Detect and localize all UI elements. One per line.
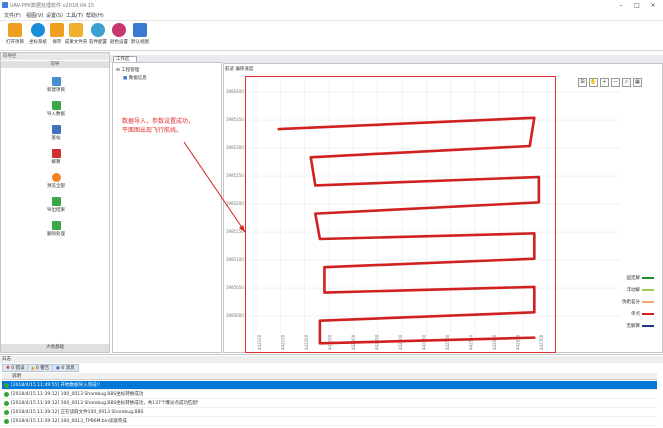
log-message: [2018/4/15 11:49:55] 开始数据导入完成!! xyxy=(11,383,101,388)
y-tick-label: 3985100 xyxy=(226,257,244,262)
y-tick-label: 3985250 xyxy=(226,173,244,178)
log-message: [2018/4/15 11:39:12] 100_0013_TPB6M.bin读… xyxy=(11,419,127,424)
y-tick-label: 3985200 xyxy=(226,201,244,206)
legend-swatch xyxy=(642,277,654,279)
log-row[interactable]: [2018/4/15 11:39:12] 正在读取文件100_0013 Shar… xyxy=(2,408,657,417)
legend-item: 固定解 xyxy=(614,275,654,281)
tab-label: 0 警告 xyxy=(35,366,50,371)
status-ok-icon xyxy=(4,401,9,406)
log-column-header[interactable]: 说明 xyxy=(2,373,657,380)
legend-label: 固定解 xyxy=(626,276,641,281)
y-tick-label: 3985350 xyxy=(226,117,244,122)
log-row[interactable]: [2018/4/15 11:39:12] 100_0013_TPB6M.bin读… xyxy=(2,417,657,426)
table-icon[interactable]: ▦ xyxy=(633,78,642,87)
status-ok-icon xyxy=(4,383,9,388)
legend-label: 伪距差分 xyxy=(622,300,640,305)
status-ok-icon xyxy=(4,392,9,397)
pan-icon[interactable]: ✋ xyxy=(589,78,598,87)
log-table: 说明 [2018/4/15 11:49:55] 开始数据导入完成!! [2018/… xyxy=(2,373,657,428)
legend-label: 无解算 xyxy=(626,324,641,329)
legend-swatch xyxy=(642,289,654,291)
annotation-arrow xyxy=(183,141,246,233)
annotation-line-1: 数据导入，参数设置成功， xyxy=(122,118,195,125)
log-row[interactable]: [2018/4/15 11:39:12] 100_0013 Sharebug.B… xyxy=(2,390,657,399)
annotation-line-2: 平面图出现飞行航线。 xyxy=(122,127,183,134)
legend-item: 浮动解 xyxy=(614,287,654,293)
status-ok-icon xyxy=(4,419,9,424)
zoom-fit-icon[interactable]: ⊞ xyxy=(578,78,587,87)
legend-item: 单点 xyxy=(614,311,654,317)
annotation-text: 数据导入，参数设置成功， 平面图出现飞行航线。 xyxy=(122,117,194,135)
tab-warnings[interactable]: ▲ 0 警告 xyxy=(27,364,54,372)
tab-messages[interactable]: ● 6 消息 xyxy=(52,364,79,372)
log-message: [2018/4/15 11:39:12] 100_0013 Sharebug.B… xyxy=(11,401,199,406)
y-tick-label: 3985400 xyxy=(226,89,244,94)
legend-swatch xyxy=(642,301,654,303)
zoom-window-icon[interactable]: ⌕ xyxy=(622,78,631,87)
legend-swatch xyxy=(642,325,654,327)
tab-label: 6 消息 xyxy=(61,366,75,371)
log-row[interactable]: [2018/4/15 11:49:55] 开始数据导入完成!! xyxy=(2,381,657,390)
legend-label: 浮动解 xyxy=(626,288,641,293)
highlight-frame xyxy=(245,76,556,353)
zoom-in-icon[interactable]: + xyxy=(600,78,609,87)
log-panel-title: 日志 xyxy=(0,356,663,363)
log-message: [2018/4/15 11:39:12] 正在读取文件100_0013 Shar… xyxy=(11,410,144,415)
log-row[interactable]: [2018/4/15 11:39:12] 100_0013 Sharebug.B… xyxy=(2,399,657,408)
y-tick-label: 3985150 xyxy=(226,229,244,234)
legend-label: 单点 xyxy=(631,312,640,317)
zoom-out-icon[interactable]: − xyxy=(611,78,620,87)
legend-swatch xyxy=(642,313,654,315)
log-message: [2018/4/15 11:39:12] 100_0013 Sharebug.B… xyxy=(11,392,144,397)
legend-item: 无解算 xyxy=(614,323,654,329)
y-tick-label: 3985300 xyxy=(226,145,244,150)
legend-item: 伪距差分 xyxy=(614,299,654,305)
status-ok-icon xyxy=(4,410,9,415)
y-tick-label: 3985050 xyxy=(226,285,244,290)
tab-label: 0 错误 xyxy=(11,366,25,371)
y-tick-label: 3985000 xyxy=(226,313,244,318)
tab-errors[interactable]: ✖ 0 错误 xyxy=(2,364,29,372)
log-panel: 日志 ✖ 0 错误 ▲ 0 警告 ● 6 消息 说明 [2018/4/15 11… xyxy=(0,354,663,427)
